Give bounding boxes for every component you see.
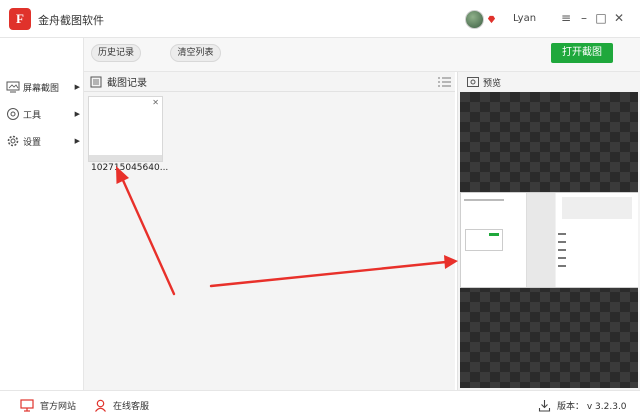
- eye-icon: [467, 77, 479, 87]
- sidebar-item-label: 屏幕截图: [23, 83, 60, 94]
- records-title: 截图记录: [107, 78, 147, 89]
- official-website-link[interactable]: 官方网站: [20, 397, 76, 413]
- chevron-right-icon: ▶: [74, 83, 80, 91]
- sidebar-item-screenshot[interactable]: 屏幕截图 ▶: [6, 78, 82, 96]
- sidebar: 屏幕截图 ▶ 工具 ▶ 设置 ▶: [0, 38, 84, 390]
- minimize-button[interactable]: –: [576, 10, 592, 26]
- chevron-right-icon: ▶: [74, 137, 80, 145]
- username[interactable]: Lyan: [513, 13, 536, 24]
- support-person-icon: [95, 399, 106, 412]
- title-bar: F 金舟截图软件 Lyan ≡ – □ ✕: [0, 0, 640, 38]
- vip-badge-icon[interactable]: [487, 15, 496, 24]
- tools-icon: [7, 108, 19, 120]
- records-panel: 截图记录 ✕ 102715045640...: [84, 72, 455, 390]
- official-website-label: 官方网站: [40, 401, 77, 412]
- user-avatar[interactable]: [465, 10, 484, 29]
- preview-panel: 预览: [457, 72, 640, 390]
- sidebar-item-label: 设置: [23, 137, 42, 148]
- sidebar-item-settings[interactable]: 设置 ▶: [6, 132, 82, 150]
- record-thumbnail[interactable]: ✕: [88, 96, 163, 162]
- monitor-icon: [20, 398, 34, 412]
- menu-icon[interactable]: ≡: [558, 10, 574, 26]
- version-label: 版本： v 3.2.3.0: [557, 401, 627, 412]
- chevron-right-icon: ▶: [74, 110, 80, 118]
- screen-icon: [6, 81, 20, 93]
- sidebar-item-label: 工具: [23, 110, 42, 121]
- preview-image: [460, 192, 638, 288]
- online-support-link[interactable]: 在线客服: [94, 397, 149, 413]
- thumbnail-footer: [89, 155, 162, 161]
- history-button[interactable]: 历史记录: [91, 44, 141, 62]
- record-filename[interactable]: 102715045640...: [91, 163, 168, 173]
- open-screenshot-button[interactable]: 打开截图: [551, 43, 613, 63]
- version-info[interactable]: 版本： v 3.2.3.0: [538, 397, 627, 413]
- sidebar-item-tools[interactable]: 工具 ▶: [6, 105, 82, 123]
- preview-title: 预览: [483, 78, 502, 89]
- records-header: 截图记录: [84, 72, 455, 92]
- close-button[interactable]: ✕: [611, 10, 627, 26]
- maximize-button[interactable]: □: [593, 10, 609, 26]
- online-support-label: 在线客服: [113, 401, 150, 412]
- list-view-icon[interactable]: [438, 76, 451, 88]
- clear-list-button[interactable]: 清空列表: [170, 44, 221, 62]
- preview-image-left: [461, 193, 527, 287]
- preview-image-right: [556, 193, 638, 287]
- document-icon: [90, 76, 102, 87]
- gear-icon: [7, 135, 19, 147]
- app-logo: F: [9, 8, 31, 30]
- download-icon: [538, 399, 551, 412]
- app-title: 金舟截图软件: [38, 14, 104, 27]
- close-icon[interactable]: ✕: [152, 98, 159, 107]
- preview-header: 预览: [458, 72, 640, 92]
- footer: 官方网站 在线客服 版本： v 3.2.3.0: [0, 390, 640, 419]
- toolbar: 历史记录 清空列表 打开截图: [84, 38, 640, 72]
- preview-image-mid: [527, 193, 555, 287]
